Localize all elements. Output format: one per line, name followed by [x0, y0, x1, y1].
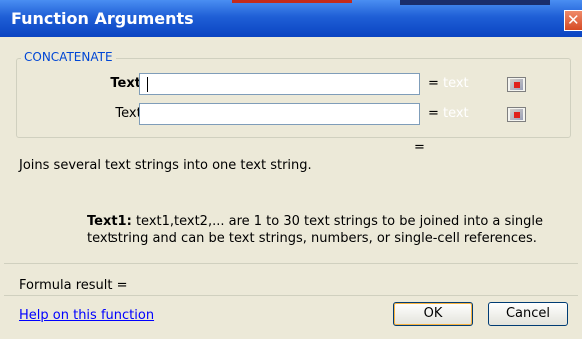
- ok-button[interactable]: OK: [393, 302, 473, 326]
- function-result-equals: =: [414, 140, 425, 155]
- function-name: CONCATENATE: [21, 50, 116, 64]
- arg-result-text1: text: [443, 76, 469, 91]
- window-title: Function Arguments: [11, 9, 194, 28]
- text1-input[interactable]: [139, 73, 526, 95]
- close-button[interactable]: ✕: [564, 10, 582, 31]
- text2-input[interactable]: [139, 103, 526, 125]
- collapse-dialog-icon: [510, 79, 523, 90]
- arg-result-text2: text: [443, 106, 469, 121]
- collapse-dialog-icon: [510, 109, 523, 120]
- close-icon: ✕: [567, 11, 580, 29]
- argument-help: Text1: text1,text2,... are 1 to 30 text …: [87, 213, 567, 247]
- title-bar: Function Arguments ✕: [0, 0, 582, 37]
- background-window-strip: [232, 0, 352, 3]
- cancel-button[interactable]: Cancel: [488, 302, 568, 326]
- arguments-group: CONCATENATE Text1 = text Text2 = text: [16, 50, 571, 138]
- dialog-body: CONCATENATE Text1 = text Text2 = text = …: [0, 37, 582, 339]
- arg-help-line2: string and can be text strings, numbers,…: [111, 231, 537, 246]
- argument-row-text1: Text1 = text: [17, 73, 570, 95]
- collapse-dialog-button-text1[interactable]: [507, 77, 526, 92]
- text-caret: [147, 77, 148, 92]
- function-description: Joins several text strings into one text…: [19, 158, 312, 173]
- formula-result-label: Formula result =: [19, 278, 128, 293]
- equals-sign: =: [428, 76, 439, 91]
- divider: [4, 263, 578, 264]
- arg-help-name: Text1:: [87, 214, 132, 229]
- equals-sign: =: [428, 106, 439, 121]
- background-window-strip: [400, 0, 550, 5]
- argument-row-text2: Text2 = text: [17, 103, 570, 125]
- help-link[interactable]: Help on this function: [19, 308, 154, 323]
- divider: [4, 295, 578, 296]
- collapse-dialog-button-text2[interactable]: [507, 107, 526, 122]
